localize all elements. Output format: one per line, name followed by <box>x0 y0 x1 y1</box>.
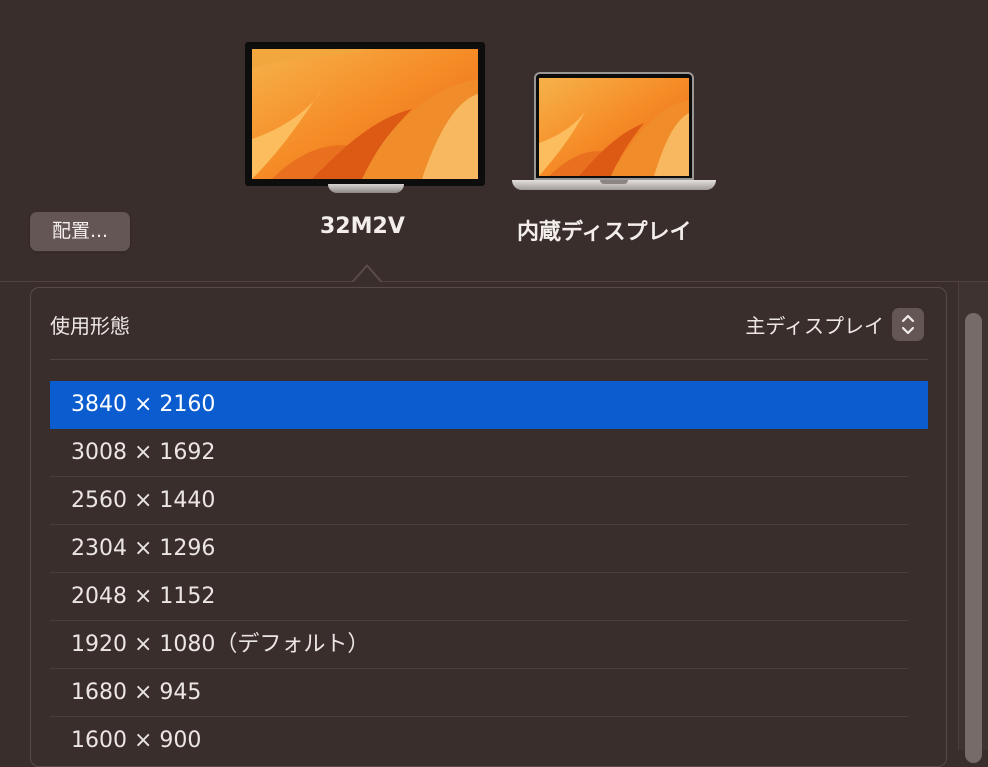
internal-display-thumbnail[interactable] <box>512 72 716 194</box>
resolution-option[interactable]: 1600 × 900 <box>50 717 928 765</box>
scrollbar-thumb[interactable] <box>965 313 982 763</box>
resolution-option[interactable]: 3008 × 1692 <box>50 429 928 477</box>
display-arrangement-area <box>0 0 988 282</box>
panel-divider <box>50 359 928 360</box>
resolution-label: 2304 × 1296 <box>71 536 216 561</box>
use-as-label: 使用形態 <box>50 314 130 338</box>
resolution-label: 2560 × 1440 <box>71 488 216 513</box>
resolution-option[interactable]: 2560 × 1440 <box>50 477 928 525</box>
resolution-option[interactable]: 2048 × 1152 <box>50 573 928 621</box>
use-as-value[interactable]: 主ディスプレイ <box>745 310 884 339</box>
selection-pointer-fill <box>353 267 381 283</box>
resolution-label: 3008 × 1692 <box>71 440 216 465</box>
resolution-option[interactable]: 2304 × 1296 <box>50 525 928 573</box>
resolution-label: 2048 × 1152 <box>71 584 216 609</box>
resolution-label: 3840 × 2160 <box>71 392 216 417</box>
monitor-stand <box>328 184 404 193</box>
resolution-label: 1680 × 945 <box>71 680 202 705</box>
laptop-wallpaper <box>539 78 689 176</box>
external-monitor-thumbnail[interactable] <box>245 42 485 194</box>
display-name-external[interactable]: 32M2V <box>320 214 405 239</box>
resolution-option[interactable]: 3840 × 2160 <box>50 381 928 429</box>
resolution-option[interactable]: 1680 × 945 <box>50 669 928 717</box>
chevron-up-down-icon <box>901 314 915 335</box>
monitor-wallpaper <box>252 49 478 179</box>
arrange-button[interactable]: 配置... <box>30 212 130 251</box>
display-name-internal[interactable]: 内蔵ディスプレイ <box>517 214 691 246</box>
resolution-option[interactable]: 1920 × 1080（デフォルト） <box>50 621 928 669</box>
section-divider <box>0 281 988 282</box>
resolution-label: 1600 × 900 <box>71 728 202 753</box>
resolution-label: 1920 × 1080（デフォルト） <box>71 632 370 657</box>
laptop-notch <box>600 180 628 184</box>
resolution-list: 3840 × 2160 3008 × 1692 2560 × 1440 2304… <box>50 381 928 765</box>
use-as-popup-button[interactable] <box>892 308 924 341</box>
